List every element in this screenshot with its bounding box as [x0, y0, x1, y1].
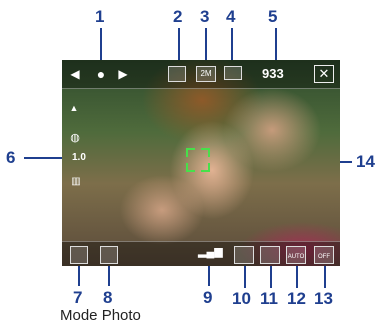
callout-11: 11	[260, 289, 278, 308]
callout-10: 10	[232, 289, 251, 308]
previous-mode-arrow-icon[interactable]: ◀	[70, 66, 80, 82]
flash-icon[interactable]: OFF	[314, 246, 334, 264]
callout-6: 6	[6, 148, 16, 167]
caption: Mode Photo	[60, 307, 141, 324]
zoom-up-icon[interactable]: ▲	[68, 100, 80, 116]
callout-8: 8	[103, 288, 113, 307]
focus-indicator	[186, 148, 210, 172]
zoom-ratio-text: 1.0	[72, 152, 86, 163]
callout-4-leader	[231, 28, 233, 64]
resolution-icon[interactable]: 2M	[196, 66, 216, 82]
callout-9: 9	[203, 288, 213, 307]
close-button[interactable]: ✕	[314, 65, 334, 83]
zoom-indicator-icon: ◍	[70, 132, 80, 144]
self-timer-icon[interactable]	[234, 246, 254, 264]
callout-12: 12	[287, 289, 306, 308]
storage-icon	[168, 66, 186, 82]
callout-3: 3	[200, 7, 210, 26]
callout-14: 14	[356, 152, 375, 171]
callout-3-leader	[205, 28, 207, 64]
callout-2: 2	[173, 7, 183, 26]
battery-icon: ▥	[71, 176, 81, 187]
capture-format-icon	[224, 66, 242, 80]
shots-remaining-counter: 933	[262, 66, 284, 81]
callout-5-leader	[275, 28, 277, 64]
callout-1: 1	[95, 7, 105, 26]
capture-mode-icon[interactable]	[100, 246, 118, 264]
camera-viewfinder: ◀ ● ▶ 2M 933 ✕ ▲ ◍ 1.0 ▥ ▂▄▆ AUTO OFF	[62, 60, 340, 266]
camera-mode-icon[interactable]: ●	[92, 66, 110, 82]
signal-strength-icon: ▂▄▆	[198, 246, 223, 258]
brightness-icon[interactable]	[260, 246, 280, 264]
callout-5: 5	[268, 7, 278, 26]
callout-2-leader	[178, 28, 180, 64]
callout-7: 7	[73, 288, 83, 307]
callout-4: 4	[226, 7, 236, 26]
white-balance-icon[interactable]: AUTO	[286, 246, 306, 264]
next-mode-arrow-icon[interactable]: ▶	[118, 66, 128, 82]
callout-13: 13	[314, 289, 333, 308]
album-icon[interactable]	[70, 246, 88, 264]
